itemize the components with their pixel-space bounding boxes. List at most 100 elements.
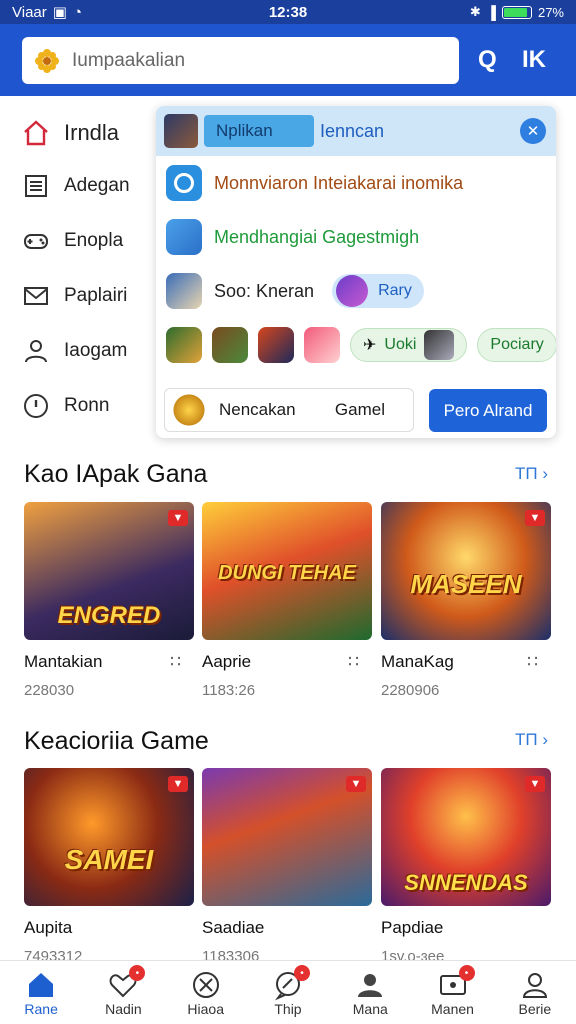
game-thumbnail: ▼ [202, 768, 372, 906]
nav-tv[interactable]: • Manen [411, 961, 493, 1024]
menu-label: Enopla [64, 229, 124, 251]
game-card[interactable]: DUNGI TEHAE Aaprie ∷ 1183:26 [202, 502, 372, 699]
menu-label: Iaogam [64, 339, 128, 361]
see-more-link[interactable]: TП › [515, 730, 548, 750]
notification-badge: • [129, 965, 146, 981]
app-icon[interactable] [304, 327, 340, 363]
panel-row[interactable]: Monnviaron Inteiakarai inomika [156, 156, 556, 210]
nav-profile[interactable]: Berie [494, 961, 576, 1024]
carrier-label: Viaar [12, 3, 47, 21]
list-icon [25, 174, 47, 197]
sun-icon [171, 392, 207, 428]
game-card[interactable]: ▼ ENGRED Mantakian ∷ 228030 [24, 502, 194, 699]
chip[interactable]: Pociary [477, 328, 556, 362]
menu-item-list[interactable]: Adegan [22, 158, 152, 213]
panel-top-row[interactable]: Nplikan Ienncan ✕ [156, 106, 556, 156]
see-more-link[interactable]: TП › [515, 464, 548, 484]
k-button[interactable]: IK [522, 46, 546, 74]
game-thumbnail: ▼ SAMEI [24, 768, 194, 906]
game-card[interactable]: ▼ Saadiae 1183306 [202, 768, 372, 965]
gamepad-icon [24, 233, 48, 249]
app-icon [424, 330, 455, 360]
nav-label: Thip [274, 1001, 302, 1017]
more-icon[interactable]: ∷ [170, 652, 182, 672]
primary-button[interactable]: Pero Alrand [429, 389, 547, 432]
panel-row[interactable]: Soo: Kneran Rary [156, 264, 556, 318]
game-logo: DUNGI TEHAE [218, 562, 356, 584]
field-label: Nencakan [219, 400, 296, 419]
badge-icon: ▼ [168, 510, 188, 526]
more-icon[interactable]: ∷ [527, 652, 539, 672]
badge-icon: ▼ [525, 776, 545, 792]
app-icon[interactable] [258, 327, 294, 363]
panel-row-text: Soo: Kneran [214, 280, 315, 301]
game-count: 1183:26 [202, 682, 256, 699]
game-thumbnail: ▼ SNNENDAS [381, 768, 551, 906]
notification-badge: • [293, 965, 310, 981]
badge-icon: ▼ [168, 776, 188, 792]
app-icon[interactable] [212, 327, 248, 363]
nav-label: Rane [24, 1001, 58, 1017]
menu-label: Irndla [64, 120, 120, 145]
game-name: Papdiae [381, 918, 444, 937]
app-icon [166, 219, 202, 255]
nav-chat[interactable]: • Thip [247, 961, 329, 1024]
panel-row-text: Mendhangiai Gagestmigh [214, 226, 420, 247]
game-thumbnail: ▼ ENGRED [24, 502, 194, 640]
menu-item-info[interactable]: Ronn [22, 378, 152, 433]
game-name: Aaprie [202, 652, 252, 671]
app-icon[interactable] [166, 327, 202, 363]
game-card[interactable]: ▼ SNNENDAS Papdiae 1sv.o-ɜee [381, 768, 551, 965]
panel-row[interactable]: Mendhangiai Gagestmigh [156, 210, 556, 264]
badge-icon: ▼ [525, 510, 545, 526]
notification-badge: • [458, 965, 475, 981]
panel-row-text: Monnviaron Inteiakarai inomika [214, 172, 464, 193]
game-name: ManaKag [381, 652, 454, 671]
bluetooth-icon: ✱ [469, 4, 481, 19]
wifi-icon: ◔ [72, 3, 82, 21]
menu-item-person[interactable]: Iaogam [22, 323, 152, 378]
mail-icon [24, 286, 48, 305]
game-card[interactable]: ▼ MASEEN ManaKag ∷ 2280906 [381, 502, 551, 699]
nav-label: Manen [431, 1001, 474, 1017]
nav-user[interactable]: Mana [329, 961, 411, 1024]
menu-item-home[interactable]: Irndla [22, 108, 152, 158]
bottom-nav: Rane • Nadin Hiaoa • Thip Mana • Manen B… [0, 960, 576, 1024]
person-icon [25, 339, 47, 362]
chip[interactable]: ✈ Uoki [350, 328, 468, 362]
app-icon [166, 273, 202, 309]
search-placeholder: Iumpaakalian [72, 49, 186, 71]
close-icon[interactable]: ✕ [520, 118, 546, 144]
see-more-label: TП [515, 464, 538, 483]
flower-icon [35, 48, 59, 73]
signal-icon: ▐ [486, 4, 496, 20]
side-menu: Irndla Adegan Enopla Paplairi Iaogam Ron… [22, 108, 152, 433]
game-card[interactable]: ▼ SAMEI Aupita 7493312 [24, 768, 194, 965]
menu-item-mail[interactable]: Paplairi [22, 268, 152, 323]
nav-home[interactable]: Rane [0, 961, 82, 1024]
menu-label: Adegan [64, 174, 130, 196]
compass-icon [192, 972, 219, 998]
menu-item-gamepad[interactable]: Enopla [22, 213, 152, 268]
nav-heart[interactable]: • Nadin [82, 961, 164, 1024]
game-name: Saadiae [202, 918, 265, 937]
section-title: Keacioriia Game [24, 727, 209, 755]
game-logo: MASEEN [410, 569, 522, 599]
profile-icon [522, 973, 547, 998]
game-select-field[interactable]: Nencakan Gamel [164, 388, 414, 432]
panel-top-text: Ienncan [320, 120, 385, 141]
game-logo: SAMEI [64, 844, 154, 875]
suggestion-panel: Nplikan Ienncan ✕ Monnviaron Inteiakarai… [156, 106, 556, 438]
lock-icon: ▣ [52, 4, 67, 21]
badge-icon: ▼ [346, 776, 366, 792]
chip[interactable]: Rary [332, 274, 424, 308]
section-title: Kao IApak Gana [24, 460, 208, 488]
search-field[interactable]: Iumpaakalian [22, 37, 459, 84]
search-icon[interactable]: Q [478, 46, 497, 74]
field-value: Gamel [334, 400, 385, 419]
selected-pill[interactable]: Nplikan [204, 115, 314, 147]
nav-compass[interactable]: Hiaoa [165, 961, 247, 1024]
game-name: Mantakian [24, 652, 103, 671]
more-icon[interactable]: ∷ [348, 652, 360, 672]
nav-label: Berie [518, 1001, 552, 1017]
